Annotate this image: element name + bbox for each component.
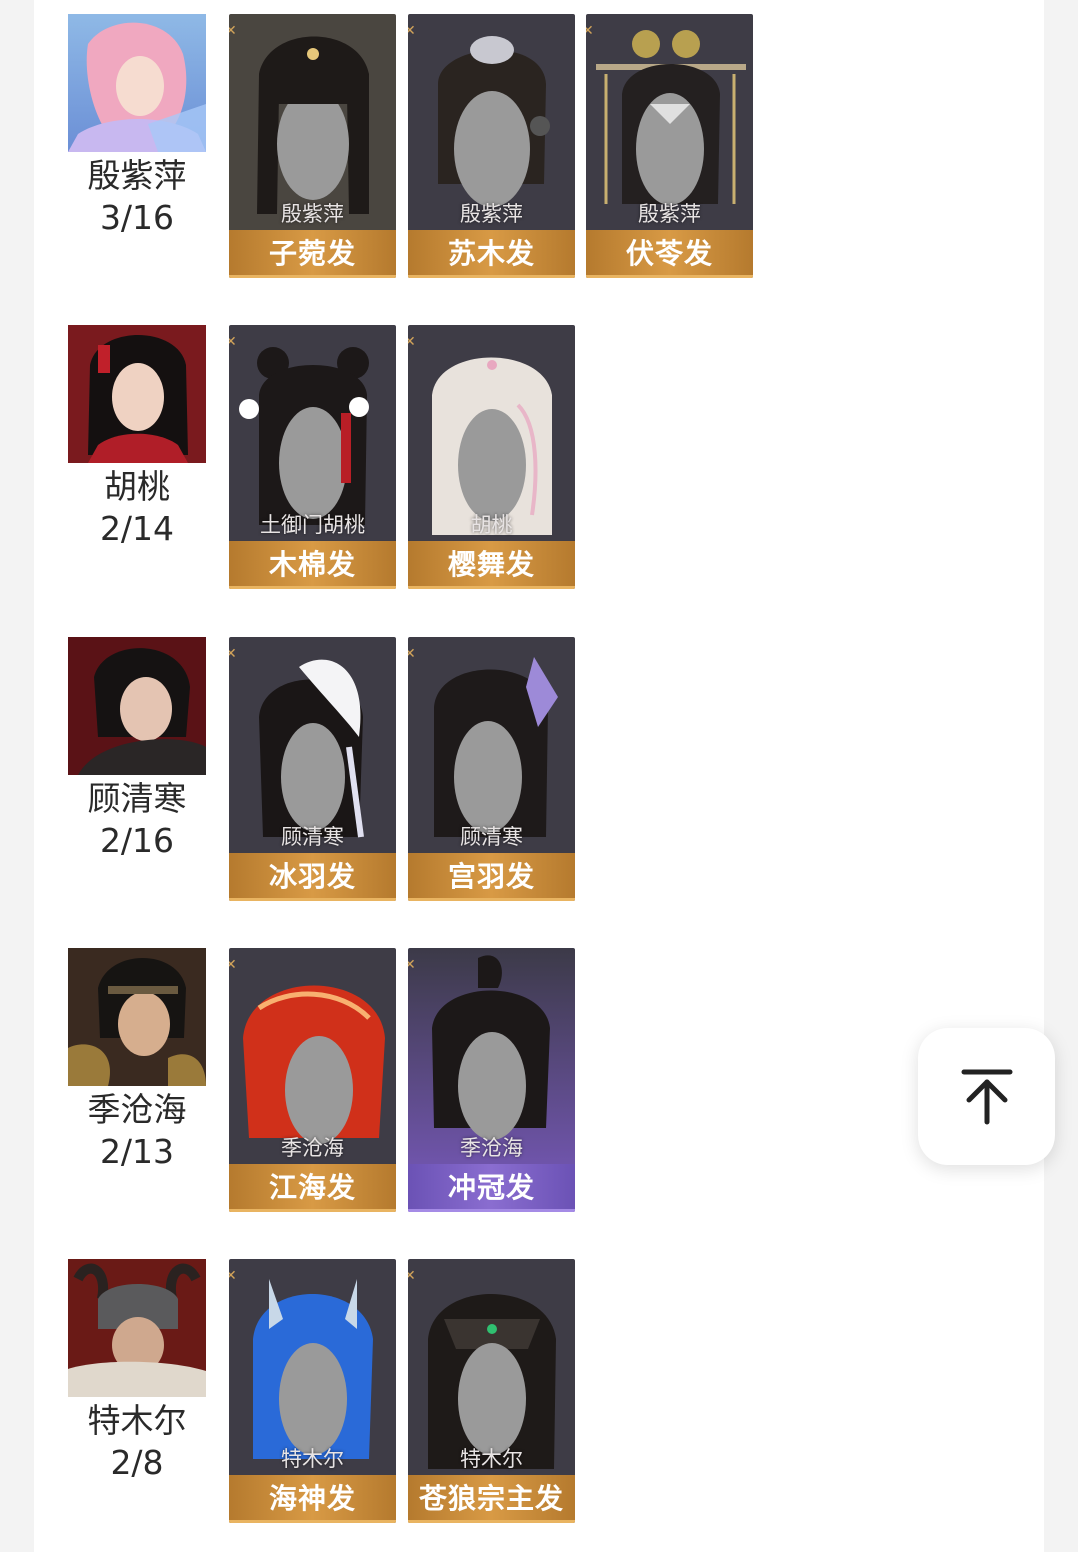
hair-name: 冰羽发 [268,860,356,893]
hair-name: 江海发 [268,1171,356,1204]
hair-name-bar: 伏苓发 [586,230,753,278]
owner-label: 季沧海 [460,1136,523,1160]
hero-card[interactable]: 顾清寒 2/16 [68,637,206,860]
hair-name: 木棉发 [268,548,356,581]
corner-mark: ✕ [408,1268,416,1284]
hero-card[interactable]: 特木尔 2/8 [68,1259,206,1482]
hair-name-bar: 樱舞发 [408,541,575,589]
corner-mark: ✕ [408,23,416,39]
hair-name-bar: 冰羽发 [229,853,396,901]
corner-mark: ✕ [229,1268,237,1284]
hero-row: 胡桃 2/14 ✕ 土御门胡桃 木棉发 ✕ 胡桃 樱舞发 [34,325,1044,591]
hero-row: 特木尔 2/8 ✕ 特木尔 海神发 ✕ 特木尔 苍狼宗主发 [34,1259,1044,1525]
owner-label: 殷紫萍 [638,202,701,226]
owner-label: 特木尔 [281,1447,344,1471]
owner-label: 土御门胡桃 [260,513,365,537]
hero-card[interactable]: 季沧海 2/13 [68,948,206,1171]
corner-mark: ✕ [408,646,416,662]
corner-mark: ✕ [229,957,237,973]
hero-name: 特木尔 [87,1401,187,1440]
corner-mark: ✕ [586,23,594,39]
hair-count: 2/13 [99,1132,175,1171]
hero-name: 胡桃 [104,467,170,506]
hero-portrait [68,325,206,463]
hero-card[interactable]: 殷紫萍 3/16 [68,14,206,237]
hair-card[interactable]: ✕ 胡桃 樱舞发 [408,325,575,589]
hero-row: 季沧海 2/13 ✕ 季沧海 江海发 ✕ 季沧海 冲冠发 [34,948,1044,1214]
corner-mark: ✕ [229,646,237,662]
owner-label: 胡桃 [470,513,513,537]
hero-card[interactable]: 胡桃 2/14 [68,325,206,548]
hero-hair-list: 殷紫萍 3/16 ✕ 殷紫萍 子菀发 ✕ 殷紫萍 苏木发 ✕ 殷紫萍 伏苓发 胡… [34,0,1044,1552]
hero-name: 殷紫萍 [87,156,187,195]
hero-name: 季沧海 [87,1090,187,1129]
hair-count: 2/16 [99,821,175,860]
hair-name-bar: 子菀发 [229,230,396,278]
hair-name: 子菀发 [268,237,356,270]
corner-mark: ✕ [229,334,237,350]
hair-name-bar: 海神发 [229,1475,396,1523]
hair-count: 2/8 [110,1443,164,1482]
back-to-top-button[interactable] [918,1028,1055,1165]
hair-card[interactable]: ✕ 顾清寒 冰羽发 [229,637,396,901]
hair-name: 宫羽发 [447,860,535,893]
owner-label: 顾清寒 [460,825,523,849]
owner-label: 顾清寒 [281,825,344,849]
owner-label: 殷紫萍 [281,202,344,226]
hair-name: 冲冠发 [447,1171,535,1204]
owner-label: 特木尔 [460,1447,523,1471]
hair-card[interactable]: ✕ 特木尔 海神发 [229,1259,396,1523]
arrow-up-to-line-icon [961,1069,1013,1125]
hair-name: 苏木发 [447,237,535,270]
hair-name: 樱舞发 [447,548,535,581]
hair-card[interactable]: ✕ 季沧海 江海发 [229,948,396,1212]
hero-name: 顾清寒 [87,779,187,818]
hair-card[interactable]: ✕ 土御门胡桃 木棉发 [229,325,396,589]
owner-label: 殷紫萍 [460,202,523,226]
hair-card[interactable]: ✕ 殷紫萍 子菀发 [229,14,396,278]
hair-name-bar: 江海发 [229,1164,396,1212]
corner-mark: ✕ [408,957,416,973]
hair-name-bar: 苍狼宗主发 [408,1475,575,1523]
hair-card[interactable]: ✕ 季沧海 冲冠发 [408,948,575,1212]
hair-name-bar: 苏木发 [408,230,575,278]
hair-name: 伏苓发 [625,237,713,270]
hero-portrait [68,1259,206,1397]
hero-row: 顾清寒 2/16 ✕ 顾清寒 冰羽发 ✕ 顾清寒 宫羽发 [34,637,1044,903]
hair-name: 海神发 [268,1482,356,1515]
hair-name-bar: 冲冠发 [408,1164,575,1212]
hair-count: 2/14 [99,509,175,548]
hair-card[interactable]: ✕ 殷紫萍 苏木发 [408,14,575,278]
hair-card[interactable]: ✕ 殷紫萍 伏苓发 [586,14,753,278]
hero-portrait [68,637,206,775]
hair-card[interactable]: ✕ 顾清寒 宫羽发 [408,637,575,901]
corner-mark: ✕ [229,23,237,39]
hair-card[interactable]: ✕ 特木尔 苍狼宗主发 [408,1259,575,1523]
hair-name-bar: 木棉发 [229,541,396,589]
hair-count: 3/16 [99,198,175,237]
hero-portrait [68,14,206,152]
hair-name: 苍狼宗主发 [418,1482,564,1515]
corner-mark: ✕ [408,334,416,350]
hair-name-bar: 宫羽发 [408,853,575,901]
hero-row: 殷紫萍 3/16 ✕ 殷紫萍 子菀发 ✕ 殷紫萍 苏木发 ✕ 殷紫萍 伏苓发 [34,14,1044,280]
owner-label: 季沧海 [281,1136,344,1160]
hero-portrait [68,948,206,1086]
